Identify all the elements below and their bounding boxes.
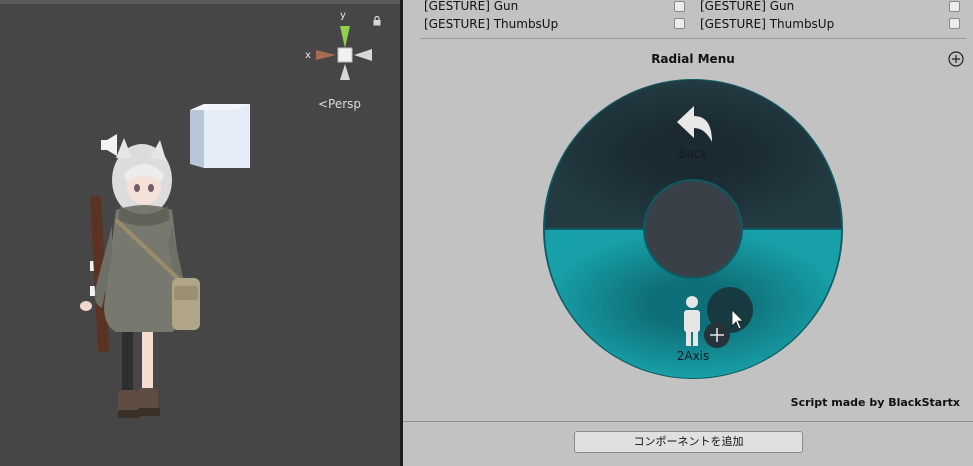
gesture-checkbox[interactable] [949, 18, 960, 29]
scene-top-strip [0, 0, 400, 4]
gesture-label: [GESTURE] Gun [424, 0, 519, 13]
orientation-gizmo[interactable]: y x [300, 10, 380, 90]
two-axis-label: 2Axis [676, 349, 710, 363]
divider [403, 421, 973, 422]
scene-view[interactable]: y x <Persp [0, 0, 400, 466]
down-axis-cone[interactable] [340, 64, 350, 80]
avatar-character[interactable] [72, 136, 207, 428]
right-axis-cone[interactable] [354, 49, 372, 61]
gizmo-center-cube[interactable] [337, 47, 353, 63]
gesture-checkbox[interactable] [674, 18, 685, 29]
radial-center[interactable] [645, 181, 741, 277]
lock-icon[interactable] [372, 16, 382, 26]
projection-label[interactable]: <Persp [318, 97, 361, 111]
x-axis-label: x [305, 50, 311, 61]
back-label: Back [678, 147, 708, 161]
plus-circle-icon[interactable] [948, 51, 964, 67]
radial-menu-title: Radial Menu [651, 52, 735, 66]
gesture-label: [GESTURE] ThumbsUp [700, 17, 835, 31]
add-component-button[interactable]: コンポーネントを追加 [574, 431, 803, 453]
divider [420, 38, 966, 39]
radial-menu[interactable]: Back 2Axis [542, 78, 844, 380]
gesture-label: [GESTURE] ThumbsUp [424, 17, 559, 31]
gesture-label: [GESTURE] Gun [700, 0, 795, 13]
gesture-checkbox[interactable] [674, 1, 685, 12]
inspector-panel: [GESTURE] Gun [GESTURE] ThumbsUp [GESTUR… [403, 0, 973, 466]
credit-text: Script made by BlackStartx [790, 396, 960, 409]
y-axis-label: y [340, 10, 346, 21]
gesture-checkbox[interactable] [949, 1, 960, 12]
x-axis-cone[interactable] [316, 50, 336, 60]
